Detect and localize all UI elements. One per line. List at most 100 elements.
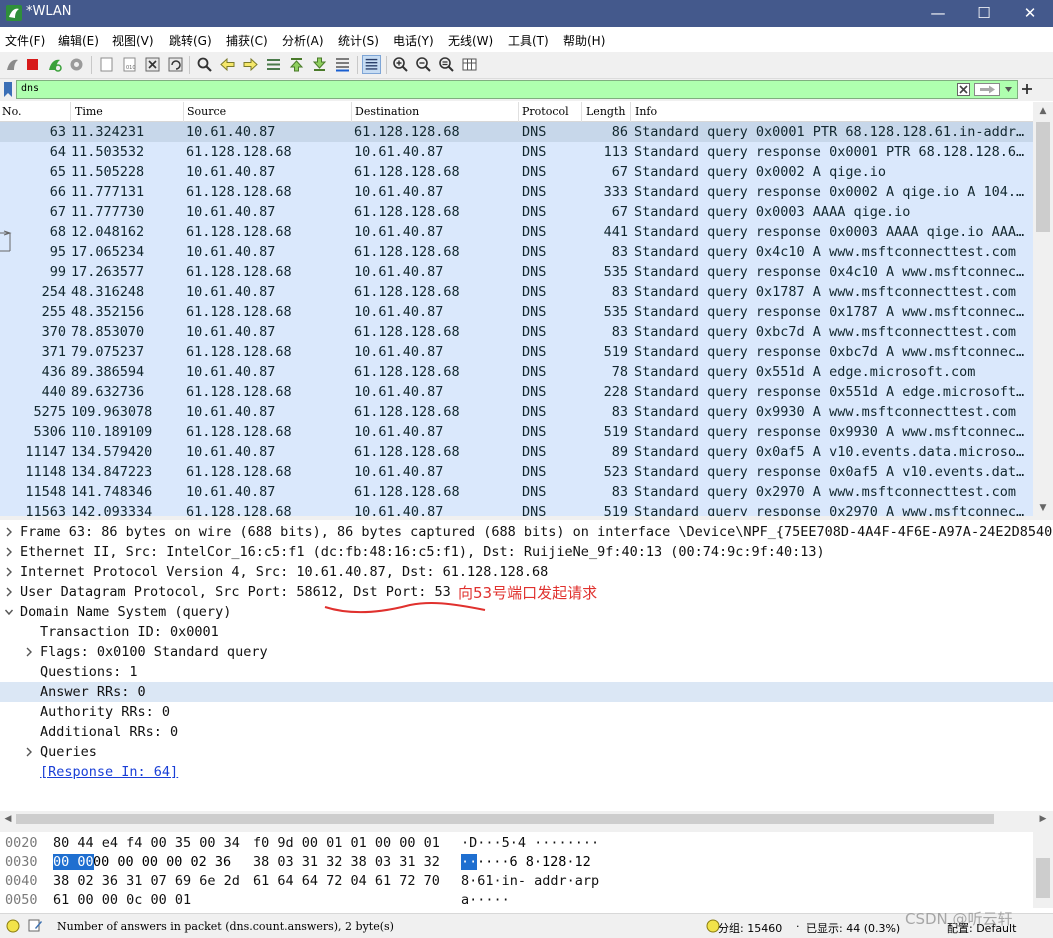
close-icon[interactable]: ✕: [1007, 0, 1053, 27]
packet-row[interactable]: 11563 142.093334 61.128.128.68 10.61.40.87 D…: [0, 502, 1033, 517]
expand-arrow-icon[interactable]: [4, 526, 14, 538]
clear-filter-icon[interactable]: [957, 83, 970, 96]
apply-filter-icon[interactable]: [974, 83, 1000, 96]
expand-arrow-icon[interactable]: [4, 566, 14, 578]
packet-row[interactable]: 371 79.075237 61.128.128.68 10.61.40.87 DNS 5…: [0, 342, 1033, 362]
detail-row[interactable]: Answer RRs: 0: [0, 682, 1053, 702]
stop-capture-icon[interactable]: [23, 55, 42, 74]
packet-row[interactable]: 255 48.352156 61.128.128.68 10.61.40.87 DNS 5…: [0, 302, 1033, 322]
packet-row[interactable]: 66 11.777131 61.128.128.68 10.61.40.87 DNS 33…: [0, 182, 1033, 202]
packet-row[interactable]: 5275 109.963078 10.61.40.87 61.128.128.68 DN…: [0, 402, 1033, 422]
detail-row[interactable]: Internet Protocol Version 4, Src: 10.61.…: [0, 562, 1053, 582]
detail-row[interactable]: [Response In: 64]: [0, 762, 1053, 782]
packet-row[interactable]: 63 11.324231 10.61.40.87 61.128.128.68 DNS 86…: [0, 122, 1033, 142]
comment-edit-icon[interactable]: [28, 918, 43, 933]
packet-row[interactable]: 11548 141.748346 10.61.40.87 61.128.128.68 D…: [0, 482, 1033, 502]
expand-arrow-icon[interactable]: [4, 546, 14, 558]
menu-go[interactable]: 跳转(G): [169, 32, 212, 49]
column-protocol[interactable]: Protocol: [522, 105, 569, 118]
column-destination[interactable]: Destination: [355, 105, 419, 118]
column-no[interactable]: No.: [2, 105, 22, 118]
scroll-up-icon[interactable]: ▲: [1033, 102, 1053, 120]
colorize-icon[interactable]: [362, 55, 381, 74]
reload-file-icon[interactable]: [166, 55, 185, 74]
add-filter-button-icon[interactable]: [1021, 83, 1033, 95]
menu-help[interactable]: 帮助(H): [563, 32, 605, 49]
last-packet-icon[interactable]: [310, 55, 329, 74]
packet-row[interactable]: 254 48.316248 10.61.40.87 61.128.128.68 DNS 8…: [0, 282, 1033, 302]
packet-row[interactable]: 95 17.065234 10.61.40.87 61.128.128.68 DNS 83…: [0, 242, 1033, 262]
expand-arrow-icon[interactable]: [4, 586, 14, 598]
save-file-icon[interactable]: 010: [120, 55, 139, 74]
packet-row[interactable]: 64 11.503532 61.128.128.68 10.61.40.87 DNS 11…: [0, 142, 1033, 162]
detail-row[interactable]: Authority RRs: 0: [0, 702, 1053, 722]
bytes-scrollbar[interactable]: [1033, 832, 1053, 908]
menu-telephony[interactable]: 电话(Y): [393, 32, 434, 49]
menu-statistics[interactable]: 统计(S): [338, 32, 379, 49]
hex-selected-bytes[interactable]: 00 00: [53, 854, 94, 870]
column-info[interactable]: Info: [635, 105, 657, 118]
menu-view[interactable]: 视图(V): [112, 32, 154, 49]
packet-row[interactable]: 99 17.263577 61.128.128.68 10.61.40.87 DNS 53…: [0, 262, 1033, 282]
packet-list-scrollbar[interactable]: ▲ ▼: [1033, 102, 1053, 517]
detail-row[interactable]: Queries: [0, 742, 1053, 762]
menu-capture[interactable]: 捕获(C): [226, 32, 268, 49]
menu-tools[interactable]: 工具(T): [508, 32, 549, 49]
zoom-in-icon[interactable]: [391, 55, 410, 74]
packet-row[interactable]: 436 89.386594 10.61.40.87 61.128.128.68 DNS 7…: [0, 362, 1033, 382]
hex-row[interactable]: 0040 38 02 36 31 07 69 6e 2d 61 64 64 72 0…: [0, 872, 1033, 891]
restart-capture-icon[interactable]: [45, 55, 64, 74]
bytes-scroll-thumb[interactable]: [1036, 858, 1050, 898]
auto-scroll-icon[interactable]: [333, 55, 352, 74]
zoom-out-icon[interactable]: [414, 55, 433, 74]
detail-row[interactable]: Questions: 1: [0, 662, 1053, 682]
packet-row[interactable]: 5306 110.189109 61.128.128.68 10.61.40.87 DN…: [0, 422, 1033, 442]
packet-row[interactable]: 67 11.777730 10.61.40.87 61.128.128.68 DNS 67…: [0, 202, 1033, 222]
packet-row[interactable]: 370 78.853070 10.61.40.87 61.128.128.68 DNS 8…: [0, 322, 1033, 342]
packet-list-scroll-thumb[interactable]: [1036, 122, 1050, 232]
display-filter-input[interactable]: dns: [16, 80, 1018, 99]
ascii-selected[interactable]: ··: [461, 854, 478, 870]
column-length[interactable]: Length: [586, 105, 625, 118]
filter-dropdown-icon[interactable]: [1004, 85, 1013, 94]
expand-arrow-icon[interactable]: [24, 746, 34, 758]
maximize-icon[interactable]: ☐: [961, 0, 1007, 27]
detail-row[interactable]: Transaction ID: 0x0001: [0, 622, 1053, 642]
packet-row[interactable]: 65 11.505228 10.61.40.87 61.128.128.68 DNS 67…: [0, 162, 1033, 182]
start-capture-icon[interactable]: [3, 55, 22, 74]
menu-edit[interactable]: 编辑(E): [58, 32, 99, 49]
first-packet-icon[interactable]: [287, 55, 306, 74]
details-h-scrollbar[interactable]: ◀ ▶: [0, 811, 1053, 827]
detail-row[interactable]: Domain Name System (query): [0, 602, 1053, 622]
minimize-icon[interactable]: —: [915, 0, 961, 27]
collapse-arrow-icon[interactable]: [4, 606, 14, 618]
close-file-icon[interactable]: [143, 55, 162, 74]
go-back-icon[interactable]: [218, 55, 237, 74]
capture-options-icon[interactable]: [67, 55, 86, 74]
expand-arrow-icon[interactable]: [24, 646, 34, 658]
hex-row[interactable]: 0050 61 00 00 0c 00 01 a·····: [0, 891, 1033, 908]
column-time[interactable]: Time: [75, 105, 103, 118]
packet-row[interactable]: 11147 134.579420 10.61.40.87 61.128.128.68 D…: [0, 442, 1033, 462]
packet-row[interactable]: 440 89.632736 61.128.128.68 10.61.40.87 DNS 2…: [0, 382, 1033, 402]
go-to-packet-icon[interactable]: [264, 55, 283, 74]
go-forward-icon[interactable]: [241, 55, 260, 74]
details-scroll-thumb[interactable]: [16, 814, 994, 824]
expert-info-icon[interactable]: [6, 919, 20, 933]
detail-row[interactable]: Additional RRs: 0: [0, 722, 1053, 742]
detail-row[interactable]: Ethernet II, Src: IntelCor_16:c5:f1 (dc:…: [0, 542, 1053, 562]
find-packet-icon[interactable]: [195, 55, 214, 74]
hex-row[interactable]: 0020 80 44 e4 f4 00 35 00 34 f0 9d 00 01 0…: [0, 834, 1033, 853]
scroll-right-icon[interactable]: ▶: [1037, 812, 1049, 826]
menu-analyze[interactable]: 分析(A): [282, 32, 324, 49]
normal-size-icon[interactable]: [437, 55, 456, 74]
packet-row[interactable]: 68 12.048162 61.128.128.68 10.61.40.87 DNS 44…: [0, 222, 1033, 242]
open-file-icon[interactable]: [97, 55, 116, 74]
scroll-left-icon[interactable]: ◀: [2, 812, 14, 826]
resize-columns-icon[interactable]: [460, 55, 479, 74]
menu-file[interactable]: 文件(F): [5, 32, 45, 49]
detail-row[interactable]: Frame 63: 86 bytes on wire (688 bits), 8…: [0, 522, 1053, 542]
menu-wireless[interactable]: 无线(W): [448, 32, 493, 49]
detail-row[interactable]: Flags: 0x0100 Standard query: [0, 642, 1053, 662]
bookmark-icon[interactable]: [3, 82, 13, 97]
